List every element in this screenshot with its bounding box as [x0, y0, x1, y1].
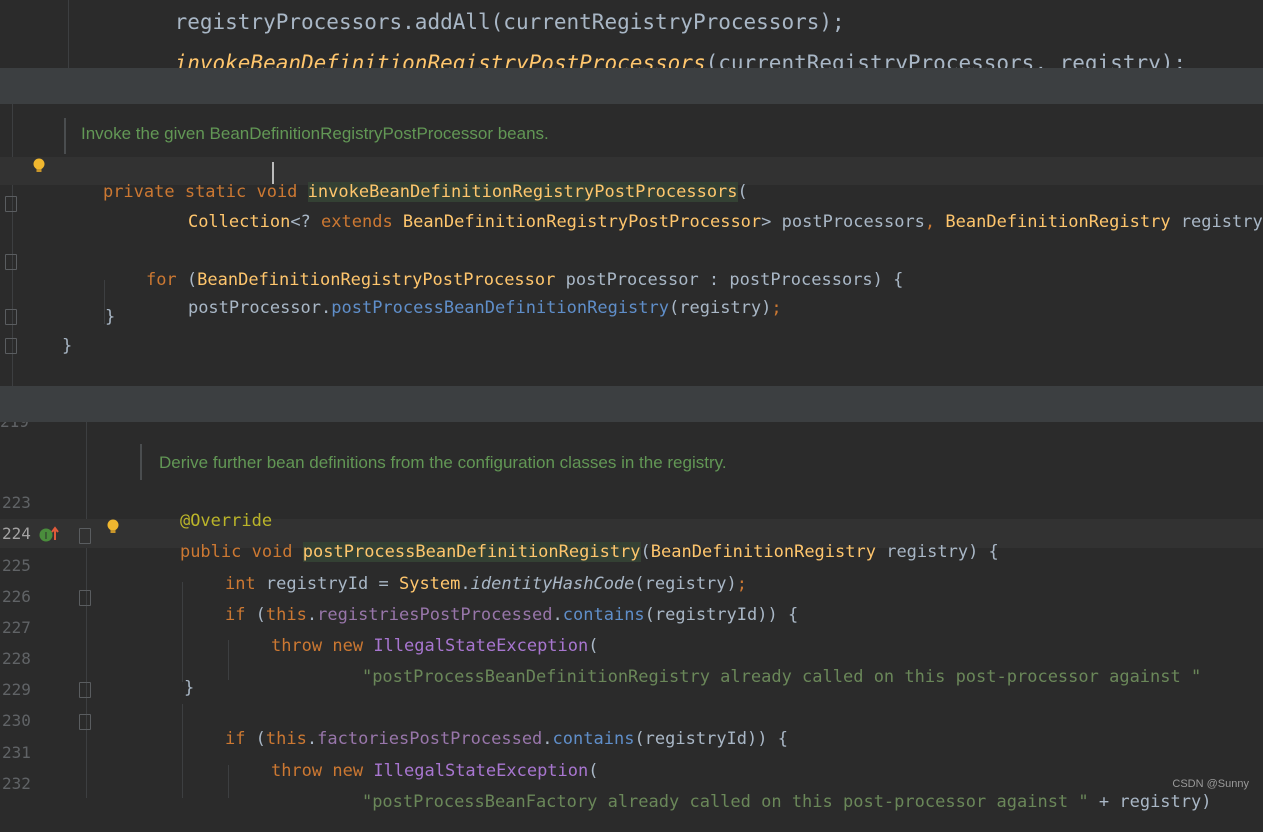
fold-marker-icon[interactable]	[79, 528, 91, 544]
top-editor: registryProcessors.addAll(currentRegistr…	[0, 0, 1263, 75]
indent-guide	[228, 765, 229, 798]
param-name: registry)	[1170, 212, 1263, 232]
line-number: 226	[2, 587, 31, 606]
main-editor: 219 Derive further bean definitions from…	[0, 422, 1263, 812]
extends-keyword: extends	[321, 212, 403, 232]
fold-marker-icon[interactable]	[5, 309, 17, 325]
code-text: (registryId)) {	[634, 729, 788, 749]
fold-marker-icon[interactable]	[5, 338, 17, 354]
variable: registry)	[1119, 792, 1212, 812]
type-name: BeanDefinitionRegistryPostProcessor	[402, 212, 762, 232]
fold-marker-icon[interactable]	[5, 254, 17, 270]
closing-brace: }	[105, 307, 116, 327]
param-name: > postProcessors	[761, 212, 925, 232]
code-line-228[interactable]: "postProcessBeanDefinitionRegistry alrea…	[321, 647, 1201, 707]
doc-comment: Invoke the given BeanDefinitionRegistryP…	[81, 124, 549, 143]
line-number: 225	[2, 556, 31, 575]
line-number: 229	[2, 680, 31, 699]
call-line[interactable]: postProcessor.postProcessBeanDefinitionR…	[147, 278, 782, 338]
indent-guide	[68, 0, 69, 68]
line-number: 232	[2, 774, 31, 793]
doc-bar	[140, 444, 142, 480]
inlay-separator	[0, 68, 1263, 104]
string-literal: "postProcessBeanFactory already called o…	[361, 792, 1089, 812]
line-number: 231	[2, 743, 31, 762]
closing-brace: }	[62, 336, 73, 356]
line-number: 230	[2, 711, 31, 730]
fold-marker-icon[interactable]	[79, 590, 91, 606]
fold-marker-icon[interactable]	[79, 714, 91, 730]
indent-guide	[182, 582, 183, 682]
line-number: 224	[2, 524, 31, 543]
svg-text:I: I	[45, 531, 48, 542]
gutter-border	[86, 422, 87, 798]
line-number: 228	[2, 649, 31, 668]
code-text: (registryId)) {	[644, 605, 799, 625]
generic: <?	[290, 212, 322, 232]
doc-comment: Derive further bean definitions from the…	[159, 453, 727, 472]
type-name: Collection	[187, 212, 291, 232]
method-call: postProcessBeanDefinitionRegistry	[331, 298, 670, 318]
watermark: CSDN @Sunny	[1172, 778, 1249, 790]
lightbulb-icon[interactable]	[32, 158, 46, 174]
doc-bar	[64, 118, 66, 154]
indent-guide	[182, 704, 183, 798]
partial-line-number: 219	[0, 422, 35, 432]
comma: ,	[924, 212, 946, 232]
type-name: BeanDefinitionRegistry	[945, 212, 1171, 232]
text-caret	[272, 162, 274, 184]
line-number: 219	[0, 422, 29, 431]
line-number: 227	[2, 618, 31, 637]
indent-guide	[228, 640, 229, 680]
semicolon: ;	[771, 298, 782, 318]
code-text: registry) {	[875, 542, 999, 562]
code-line-229[interactable]: }	[184, 678, 194, 698]
code-args: (registry)	[669, 298, 772, 318]
fold-marker-icon[interactable]	[5, 196, 17, 212]
lightbulb-icon[interactable]	[106, 519, 120, 535]
operator: +	[1088, 792, 1120, 812]
receiver: postProcessor.	[187, 298, 332, 318]
string-literal: "postProcessBeanDefinitionRegistry alrea…	[361, 667, 1202, 687]
quick-definition-popup: Invoke the given BeanDefinitionRegistryP…	[0, 104, 1263, 386]
code-line-232[interactable]: "postProcessBeanFactory already called o…	[321, 772, 1212, 832]
params-line[interactable]: Collection<? extends BeanDefinitionRegis…	[147, 192, 1263, 252]
implements-method-icon[interactable]: I	[38, 525, 62, 543]
inlay-separator	[0, 386, 1263, 422]
line-number: 223	[2, 493, 31, 512]
fold-marker-icon[interactable]	[79, 682, 91, 698]
